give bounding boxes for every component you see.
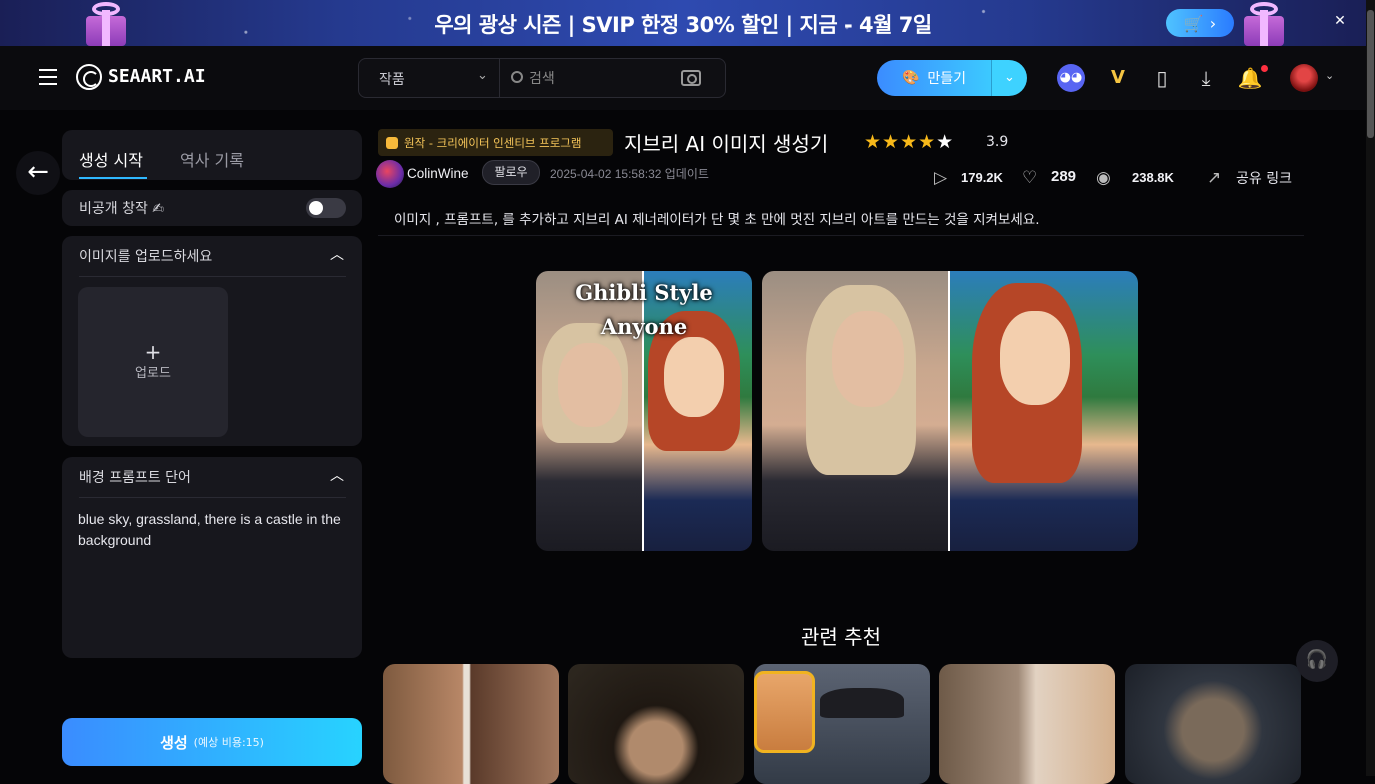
badge-hexagon-icon [386, 136, 398, 149]
related-card[interactable] [1125, 664, 1301, 784]
creator-program-badge[interactable]: 원작 - 크리에이터 인센티브 프로그램 [378, 129, 613, 156]
promo-banner[interactable]: 우의 광상 시즌 | SVIP 한정 30% 할인 | 지금 - 4월 7일 🛒… [0, 0, 1366, 46]
chevron-right-icon: › [1209, 13, 1217, 33]
search-bar: 작품 ⌄ [358, 58, 726, 98]
back-button[interactable]: ← [16, 151, 60, 195]
user-avatar[interactable] [1290, 64, 1318, 92]
related-card[interactable] [939, 664, 1115, 784]
author-name[interactable]: ColinWine [407, 166, 469, 181]
search-icon [511, 71, 523, 83]
generate-label: 생성 [160, 733, 188, 752]
tab-history[interactable]: 역사 기록 [180, 147, 244, 171]
mobile-app-icon[interactable]: ▯ [1148, 64, 1176, 92]
logo-text[interactable]: SEAART.AI [108, 66, 206, 87]
eye-icon: ◉ [1096, 168, 1111, 188]
related-card[interactable] [383, 664, 559, 784]
seaart-logo-icon[interactable] [76, 64, 102, 90]
tab-start-generation[interactable]: 생성 시작 [79, 147, 143, 171]
badge-text: 원작 - 크리에이터 인센티브 프로그램 [404, 135, 582, 150]
page-title: 지브리 AI 이미지 생성기 [624, 132, 829, 156]
hero-caption: Ghibli Style Anyone [575, 280, 713, 339]
notification-bell-icon[interactable]: 🔔 [1236, 64, 1264, 92]
rating-stars[interactable]: ★★★★★ [864, 131, 954, 153]
camera-search-icon[interactable] [681, 70, 701, 86]
vip-icon[interactable]: V [1104, 64, 1132, 92]
private-creation-label: 비공개 창작 ✍ [79, 201, 165, 217]
banner-cart-button[interactable]: 🛒 › [1166, 9, 1234, 37]
support-headset-button[interactable]: 🎧 [1296, 640, 1338, 682]
palette-icon: 🎨 [901, 70, 920, 86]
upload-section-title: 이미지를 업로드하세요 [79, 249, 213, 265]
rating-value: 3.9 [986, 134, 1009, 150]
search-divider [499, 59, 500, 97]
runs-count: 179.2K [961, 170, 1003, 185]
prompt-section-title: 배경 프롬프트 단어 [79, 470, 191, 486]
private-creation-toggle[interactable] [306, 198, 346, 218]
related-recommendations-title: 관련 추천 [801, 625, 881, 649]
notification-dot [1261, 65, 1268, 72]
hamburger-menu-icon[interactable] [39, 69, 57, 85]
banner-text: 우의 광상 시즌 | SVIP 한정 30% 할인 | 지금 - 4월 7일 [434, 13, 932, 37]
active-tab-indicator [79, 177, 147, 179]
generate-button[interactable]: 생성 (예상 비용:15) [62, 718, 362, 766]
split-divider [948, 271, 950, 551]
share-icon[interactable]: ↗ [1207, 168, 1221, 188]
share-link-button[interactable]: 공유 링크 [1236, 168, 1292, 188]
chevron-down-icon[interactable]: ⌄ [1325, 69, 1334, 82]
scrollbar-thumb[interactable] [1367, 10, 1374, 138]
banner-close-button[interactable]: ✕ [1329, 10, 1351, 32]
collapse-chevron-icon[interactable]: ︿ [330, 465, 344, 485]
divider [378, 235, 1304, 236]
heart-icon[interactable]: ♡ [1022, 168, 1037, 188]
star-icon: ★ [936, 131, 955, 153]
discord-icon[interactable]: ◕◕ [1057, 64, 1085, 92]
create-button[interactable]: 🎨 만들기 [877, 60, 991, 96]
star-icon: ★★★★ [864, 131, 937, 153]
likes-count: 289 [1051, 168, 1077, 185]
play-icon: ▷ [934, 168, 948, 188]
related-card[interactable] [568, 664, 744, 784]
description: 이미지 , 프롬프트, 를 추가하고 지브리 AI 제너레이터가 단 몇 초 만… [394, 212, 1040, 228]
create-dropdown-button[interactable]: ⌄ [991, 60, 1027, 96]
create-button-label: 만들기 [927, 71, 967, 87]
author-avatar[interactable] [376, 160, 404, 188]
divider [79, 497, 346, 498]
views-count: 238.8K [1132, 170, 1174, 185]
hero-image-2[interactable] [762, 271, 1138, 551]
plus-icon: + [144, 340, 162, 364]
search-category-select[interactable]: 작품 [379, 69, 405, 89]
related-card-inset-image [754, 671, 815, 753]
divider [79, 276, 346, 277]
updated-timestamp: 2025-04-02 15:58:32 업데이트 [550, 167, 709, 181]
collapse-chevron-icon[interactable]: ︿ [330, 244, 344, 264]
upload-label: 업로드 [135, 366, 171, 381]
related-card-decoration [820, 688, 904, 718]
download-app-icon[interactable]: ⤓ [1192, 64, 1220, 92]
follow-button[interactable]: 팔로우 [482, 160, 540, 185]
cart-icon: 🛒 [1183, 13, 1204, 33]
search-input[interactable] [529, 67, 679, 89]
chevron-down-icon[interactable]: ⌄ [477, 68, 488, 83]
generate-cost: (예상 비용:15) [193, 736, 264, 749]
